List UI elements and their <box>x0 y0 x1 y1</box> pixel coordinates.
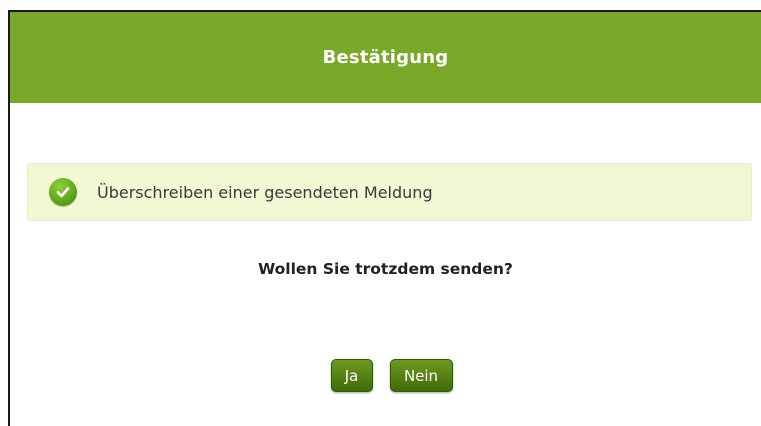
confirmation-dialog: Bestätigung Überschreiben einer gesendet… <box>8 10 761 426</box>
yes-button[interactable]: Ja <box>330 359 373 392</box>
confirmation-question: Wollen Sie trotzdem senden? <box>258 260 513 278</box>
dialog-title: Bestätigung <box>322 47 449 68</box>
no-button[interactable]: Nein <box>389 359 453 392</box>
check-circle-icon <box>49 178 77 206</box>
check-mark-icon <box>56 187 70 198</box>
dialog-button-bar: Ja Nein <box>10 359 761 392</box>
info-message-box: Überschreiben einer gesendeten Meldung <box>27 163 752 221</box>
info-message-text: Überschreiben einer gesendeten Meldung <box>97 182 433 202</box>
dialog-header: Bestätigung <box>10 12 761 103</box>
